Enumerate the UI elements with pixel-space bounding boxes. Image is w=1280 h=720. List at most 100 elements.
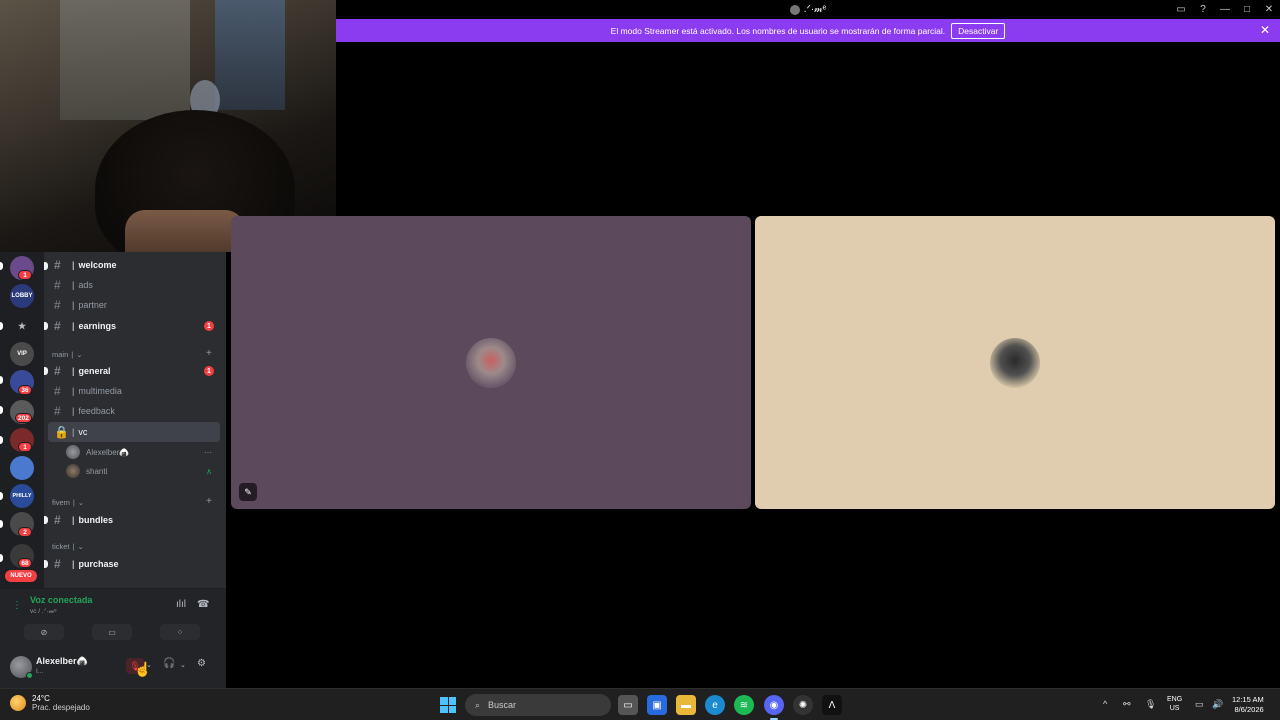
server-icon[interactable]	[10, 456, 34, 480]
channel-feedback[interactable]: # | feedback	[48, 401, 220, 421]
channel-name: multimedia	[78, 386, 122, 396]
server-badge: 2	[18, 527, 32, 537]
inbox-icon[interactable]: ▭	[1170, 0, 1192, 19]
maximize-icon[interactable]: □	[1236, 0, 1258, 19]
weather-widget[interactable]: 24°C Prac. despejado	[10, 694, 90, 712]
volume-icon[interactable]: 🔊	[1212, 699, 1223, 710]
video-tile-user2[interactable]	[755, 216, 1275, 509]
category-fivem[interactable]: fivem | ⌄	[52, 498, 84, 507]
voice-user[interactable]: shanti ∧	[66, 462, 218, 480]
server-icon[interactable]: PHILLY	[10, 484, 34, 508]
camera-off-button[interactable]: ⊘	[24, 624, 64, 640]
minimize-icon[interactable]: —	[1214, 0, 1236, 19]
hash-icon: #	[54, 364, 61, 378]
add-channel-icon[interactable]: +	[206, 496, 212, 507]
file-explorer-icon[interactable]: ▬	[676, 695, 696, 715]
channel-bundles[interactable]: # | bundles	[48, 510, 220, 530]
channel-partner[interactable]: # | partner	[48, 295, 220, 315]
channel-name: ads	[78, 280, 93, 290]
taskbar-search[interactable]: ⌕ Buscar	[465, 694, 611, 716]
avatar	[466, 337, 516, 388]
server-avatar-icon	[789, 4, 800, 15]
language-indicator[interactable]: ENG US	[1167, 695, 1182, 713]
banner-close-icon[interactable]: ✕	[1260, 23, 1270, 37]
hash-icon: #	[54, 384, 61, 398]
hash-icon: #	[54, 298, 61, 312]
edge-icon[interactable]: e	[705, 695, 725, 715]
user-panel: Alexelber🍙 I... 🎙 ⌄ 🎧 ⌄ ⚙	[0, 644, 226, 688]
noise-suppression-icon[interactable]: ılıl	[176, 599, 186, 610]
server-icon[interactable]: LOBBY	[10, 284, 34, 308]
help-icon[interactable]: ?	[1192, 0, 1214, 19]
channel-name: partner	[78, 300, 107, 310]
channel-ads[interactable]: # | ads	[48, 275, 220, 295]
disconnect-icon[interactable]: ☎	[197, 599, 209, 610]
webcam-overlay	[0, 0, 336, 252]
server-icon[interactable]: ★	[10, 314, 34, 338]
category-main[interactable]: main | ⌄	[52, 350, 83, 359]
search-icon: ⌕	[475, 699, 481, 710]
channel-general[interactable]: # | general 1	[48, 361, 220, 381]
network-icon[interactable]: ▭	[1195, 699, 1204, 710]
activities-button[interactable]: ⁘	[160, 624, 200, 640]
bluetooth-off-icon[interactable]: ⚯	[1123, 699, 1131, 710]
chevron-up-icon[interactable]: ^	[1103, 699, 1107, 709]
store-icon[interactable]: ▣	[647, 695, 667, 715]
channel-welcome[interactable]: # | welcome	[48, 255, 220, 275]
online-status-icon	[26, 672, 33, 679]
user-status-text: I...	[36, 668, 44, 675]
mouse-cursor-icon: ☝	[134, 661, 152, 677]
voice-user[interactable]: Alexelber🍙 ⋯	[66, 443, 218, 461]
voice-connected-panel: ⋮ Voz conectada vc / .ᐟ·𝓂ᵉ ılıl ☎ ⊘ ▭ ⁘	[0, 588, 226, 644]
discord-icon[interactable]: ◉	[764, 695, 784, 720]
category-ticket[interactable]: ticket | ⌄	[52, 542, 84, 551]
channel-name: earnings	[78, 321, 117, 331]
add-channel-icon[interactable]: +	[206, 348, 212, 359]
weather-description: Prac. despejado	[32, 703, 90, 712]
hash-icon: #	[54, 258, 61, 272]
headphones-icon[interactable]: 🎧	[163, 658, 175, 669]
chatgpt-icon[interactable]: ✺	[793, 695, 813, 715]
avatar	[66, 445, 80, 459]
hash-icon: #	[54, 278, 61, 292]
clock[interactable]: 12:15 AM 8/6/2026	[1232, 695, 1264, 715]
hash-icon: #	[54, 557, 61, 571]
chevron-down-icon[interactable]: ⌄	[180, 661, 186, 669]
hash-icon: #	[54, 319, 61, 333]
new-badge[interactable]: NUEVO	[5, 570, 37, 582]
unread-pill	[0, 262, 3, 270]
hash-icon: #	[54, 513, 61, 527]
sun-icon	[10, 695, 26, 711]
gear-icon[interactable]: ⚙	[197, 658, 206, 669]
voice-status[interactable]: Voz conectada	[30, 595, 92, 605]
channel-name: purchase	[78, 559, 119, 569]
voice-channel-vc[interactable]: 🔒 | vc	[48, 422, 220, 442]
close-icon[interactable]: ✕	[1258, 0, 1280, 19]
server-badge: 36	[18, 385, 32, 395]
channel-multimedia[interactable]: # | multimedia	[48, 381, 220, 401]
video-tile-user1[interactable]: ✎	[231, 216, 751, 509]
date: 8/6/2026	[1234, 705, 1264, 714]
temperature: 24°C	[32, 694, 50, 703]
screen-share-button[interactable]: ▭	[92, 624, 132, 640]
microphone-icon[interactable]: 🎙	[1145, 699, 1156, 710]
avatar	[66, 464, 80, 478]
server-icon[interactable]: VIP	[10, 342, 34, 366]
channel-name: vc	[78, 427, 88, 437]
channel-earnings[interactable]: # | earnings 1	[48, 316, 220, 336]
voice-channel-path[interactable]: vc / .ᐟ·𝓂ᵉ	[30, 607, 92, 616]
unread-pill	[0, 376, 3, 384]
start-button[interactable]	[440, 697, 456, 713]
game-icon[interactable]: Λ	[822, 695, 842, 715]
username[interactable]: Alexelber🍙	[36, 656, 88, 667]
server-badge: 68	[18, 558, 32, 568]
task-view-icon[interactable]: ▭	[618, 695, 638, 715]
streamer-mode-banner: El modo Streamer está activado. Los nomb…	[336, 19, 1280, 42]
channel-name: feedback	[78, 406, 115, 416]
deactivate-button[interactable]: Desactivar	[951, 22, 1006, 39]
channel-purchase[interactable]: # | purchase	[48, 554, 220, 574]
discord-window: .ᐟ·𝓂ᵉ ▭ ? — □ ✕ El modo Streamer está ac…	[0, 0, 1280, 688]
unread-pill	[0, 322, 3, 330]
spotify-icon[interactable]: ≋	[734, 695, 754, 715]
voice-user-name: shanti	[86, 466, 108, 476]
